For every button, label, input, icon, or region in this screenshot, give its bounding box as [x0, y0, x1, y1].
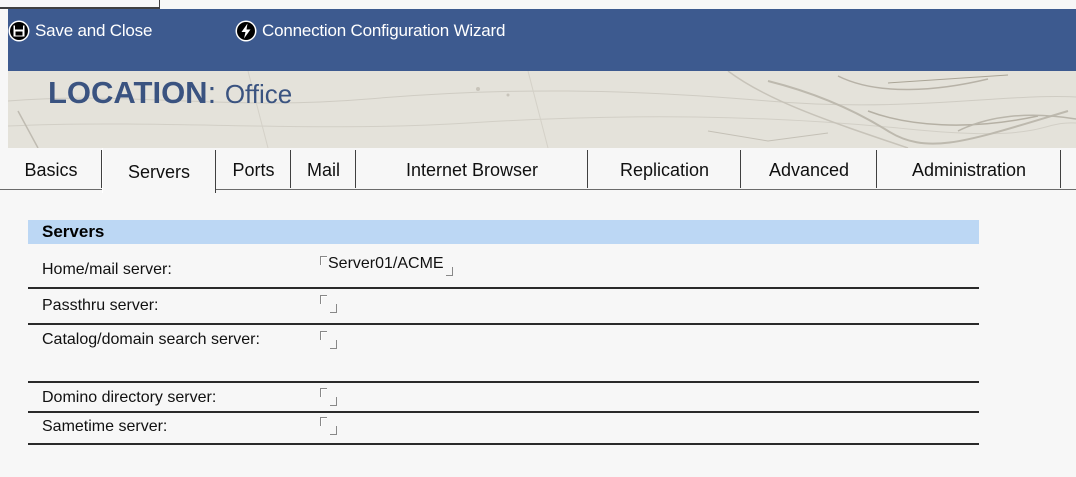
save-and-close-button[interactable]: Save and Close	[8, 19, 152, 43]
page-title: LOCATION: Office	[48, 75, 292, 111]
domino-directory-server-field[interactable]	[318, 386, 358, 408]
tab-basics[interactable]: Basics	[0, 148, 102, 190]
top-strip	[0, 0, 1076, 9]
location-banner: LOCATION: Office	[8, 71, 1076, 148]
connection-wizard-label: Connection Configuration Wizard	[262, 21, 506, 40]
tab-replication[interactable]: Replication	[588, 148, 741, 190]
section-title: Servers	[42, 222, 105, 241]
tab-ports-label: Ports	[232, 160, 275, 180]
tab-administration-label: Administration	[911, 160, 1027, 180]
tab-replication-label: Replication	[619, 160, 710, 180]
tab-mail[interactable]: Mail	[291, 148, 356, 190]
tab-advanced-label: Advanced	[768, 160, 850, 180]
connection-wizard-button[interactable]: Connection Configuration Wizard	[235, 19, 505, 43]
title-separator: :	[207, 75, 217, 110]
tab-ports[interactable]: Ports	[216, 148, 291, 190]
lightning-bolt-icon	[235, 20, 257, 42]
tab-internet-browser-label: Internet Browser	[405, 160, 539, 180]
tab-servers-label: Servers	[127, 162, 190, 182]
home-mail-server-field[interactable]: Server01/ACME	[318, 254, 454, 276]
action-bar: Save and Close Connection Configuration …	[8, 9, 1076, 71]
catalog-server-field[interactable]	[318, 329, 358, 351]
form-row-passthru-server: Passthru server:	[28, 289, 979, 325]
tab-mail-label: Mail	[306, 160, 340, 180]
tab-advanced[interactable]: Advanced	[741, 148, 877, 190]
section-header: Servers	[28, 220, 979, 244]
tab-administration[interactable]: Administration	[877, 148, 1061, 190]
location-name: Office	[224, 79, 293, 109]
save-and-close-label: Save and Close	[35, 21, 153, 40]
tab-basics-label: Basics	[24, 160, 78, 180]
home-mail-server-label: Home/mail server:	[42, 261, 172, 278]
sametime-server-label: Sametime server:	[42, 418, 168, 435]
passthru-server-label: Passthru server:	[42, 297, 159, 314]
home-mail-server-value: Server01/ACME	[328, 255, 444, 272]
tab-internet-browser[interactable]: Internet Browser	[356, 148, 588, 190]
catalog-server-label: Catalog/domain search server:	[42, 331, 260, 348]
previous-window-tab-edge	[0, 0, 160, 9]
form-row-domino-directory-server: Domino directory server:	[28, 383, 979, 413]
floppy-disk-icon	[8, 20, 30, 42]
title-prefix: LOCATION	[48, 75, 208, 110]
form-row-home-mail-server: Home/mail server: Server01/ACME	[28, 247, 979, 289]
domino-directory-server-label: Domino directory server:	[42, 389, 217, 406]
tab-servers[interactable]: Servers	[102, 148, 216, 193]
form-row-catalog-server: Catalog/domain search server:	[28, 325, 979, 383]
sametime-server-field[interactable]	[318, 415, 358, 437]
servers-panel: Servers Home/mail server: Server01/ACME …	[0, 190, 1076, 477]
passthru-server-field[interactable]	[318, 293, 358, 315]
tab-bar: Basics Servers Ports Mail Internet Brows…	[0, 148, 1076, 193]
form-row-sametime-server: Sametime server:	[28, 413, 979, 445]
